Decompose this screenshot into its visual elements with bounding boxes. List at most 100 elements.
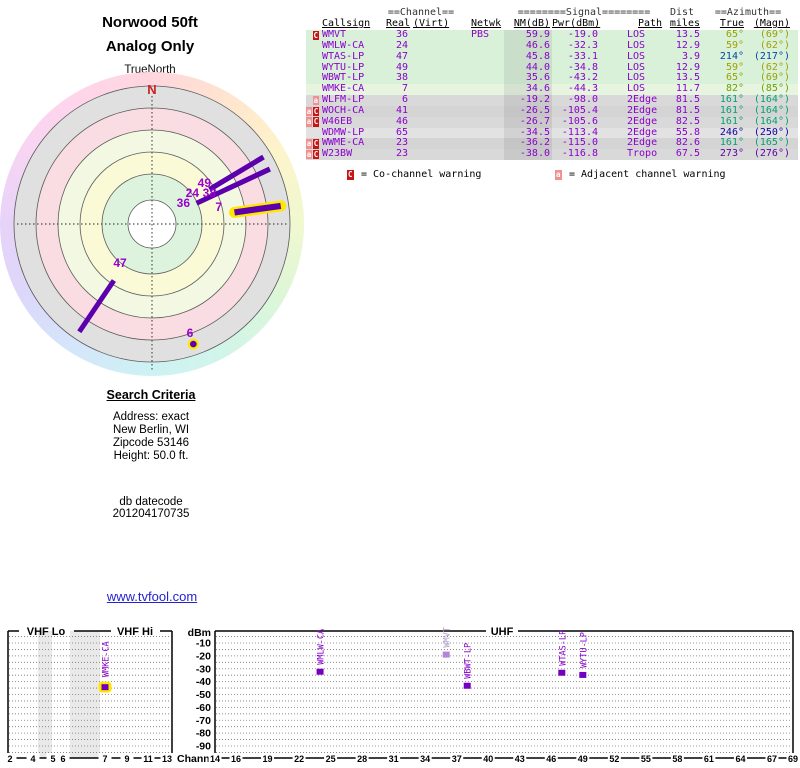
signal-bar-WMVT (442, 651, 450, 658)
radar-channel-label: 38 (203, 186, 217, 200)
cell-pwr: -116.8 (561, 148, 598, 160)
channel-tick-label: 4 (30, 754, 35, 764)
band-label-vhf-lo: VHF Lo (27, 626, 66, 638)
cell-nm: -38.0 (504, 148, 552, 161)
dbm-tick-label: -50 (196, 689, 211, 701)
table-row: a C W23BW 23 -38.0 -116.8 Tropo 67.5 273° (276°) (306, 148, 798, 161)
tvfool-link[interactable]: www.tvfool.com (107, 589, 197, 604)
co-channel-legend-text: = Co-channel warning (361, 169, 482, 180)
table-row: WTAS-LP 47 45.8 -33.1 LOS 3.9 214° (217°) (306, 50, 798, 63)
channel-tick-label: 58 (672, 754, 682, 764)
table-rows: C WMVT 36 PBS 59.9 -19.0 LOS 13.5 65° (69°) WMLW-C… (306, 29, 798, 161)
signal-bar-label: WBWT-LP (464, 643, 474, 679)
adjacent-channel-badge: a (306, 149, 312, 160)
dbm-tick-label: -10 (196, 638, 211, 650)
warning-badges: aC (306, 106, 320, 117)
channel-tick-label: 25 (326, 754, 336, 764)
radar-channel-label: 36 (177, 196, 191, 210)
channel-tick-label: 9 (124, 754, 129, 764)
channel-tick-label: 14 (210, 754, 220, 764)
warning-badges: a (306, 95, 320, 106)
adjacent-channel-badge: a (555, 170, 562, 180)
col-pwr: Pwr(dBm) (552, 18, 601, 30)
search-height: Height: 50.0 ft. (113, 450, 189, 462)
table-row: WBWT-LP 38 35.6 -43.2 LOS 13.5 65° (69°) (306, 73, 798, 85)
cell-magn: (164°) (753, 115, 790, 127)
channel-tick-label: 7 (102, 754, 107, 764)
adjacent-channel-badge: a (306, 117, 312, 127)
table-column-header: Callsign Real (Virt) Netwk NM(dB) Pwr(dB… (306, 18, 798, 30)
col-miles: miles (669, 18, 700, 30)
band-label-uhf: UHF (491, 626, 514, 638)
signal-bar-WMLW-CA (316, 668, 324, 675)
channel-tick-label: 11 (143, 754, 153, 764)
cell-miles: 82.5 (675, 115, 700, 127)
page-subtitle: Analog Only (105, 38, 195, 55)
channel-tick-label: 40 (483, 754, 493, 764)
station-table: ==Channel== ========Signal======== Dist … (306, 7, 798, 161)
signal-bar-label: WMLW-CA (317, 629, 327, 665)
col-nm: NM(dB) (513, 18, 550, 30)
adjacent-channel-badge: a (312, 95, 319, 106)
radar-channel-label: 47 (113, 256, 127, 270)
cell-pwr: -105.6 (561, 115, 598, 127)
signal-bar-WYTU-LP (579, 671, 587, 678)
signal-bar-label: WTAS-LP (558, 630, 568, 666)
channel-tick-label: 19 (263, 754, 273, 764)
channel-tick-label: 69 (788, 754, 798, 764)
cell-true: 273° (719, 148, 744, 160)
signal-bar-WMKE-CA (101, 684, 109, 691)
cell-true: 161° (719, 115, 744, 127)
signal-bar-label: WYTU-LP (579, 632, 589, 668)
col-netwk: Netwk (471, 18, 502, 30)
co-channel-badge: C (312, 30, 319, 41)
channel-tick-label: 64 (735, 754, 745, 764)
adjacent-channel-badge: a (306, 106, 312, 117)
north-letter: N (147, 82, 156, 97)
co-channel-badge: C (313, 117, 319, 127)
col-real: Real (386, 18, 411, 30)
warning-badges: aC (306, 117, 320, 127)
co-channel-badge: C (347, 170, 354, 180)
tvfool-report-page: Norwood 50ft Analog Only TrueNorth N 49 24… (0, 0, 800, 768)
channel-tick-label: 34 (420, 754, 430, 764)
co-channel-badge: C (313, 106, 319, 117)
col-callsign: Callsign (322, 18, 371, 30)
search-criteria-title: Search Criteria (106, 388, 196, 402)
channel-tick-label: 28 (357, 754, 367, 764)
warning-badges: aC (306, 149, 320, 160)
cell-call: W23BW (322, 148, 353, 160)
radar-channel-label: 6 (187, 326, 194, 340)
warning-legend: C = Co-channel warning a = Adjacent chan… (306, 168, 800, 181)
dbm-tick-label: -60 (196, 702, 211, 714)
cell-nm: -26.7 (504, 116, 552, 128)
col-true: True (719, 18, 744, 30)
dbm-tick-label: -30 (196, 663, 211, 675)
channel-tick-label: 43 (515, 754, 525, 764)
col-path: Path (638, 18, 663, 30)
channel-tick-label: 16 (231, 754, 241, 764)
cell-magn: (217°) (753, 50, 790, 62)
channel-tick-label: 5 (50, 754, 55, 764)
co-channel-badge: C (313, 139, 319, 149)
cell-miles: 3.9 (681, 50, 700, 62)
channel-spectrum-chart: VHF Lo VHF Hi UHFdBm-10-20-30-40-50-60-70-… (3, 626, 800, 765)
channel-tick-label: 67 (767, 754, 777, 764)
cell-miles: 67.5 (675, 148, 700, 160)
dbm-tick-label: -80 (196, 728, 211, 740)
search-city: New Berlin, WI (112, 424, 190, 436)
cell-netwk: PBS (471, 29, 490, 41)
col-virt: (Virt) (413, 18, 450, 30)
cell-call: WTAS-LP (322, 50, 365, 62)
adjacent-channel-badge: a (306, 139, 312, 149)
cell-nm: 45.8 (504, 51, 552, 63)
cell-real: 47 (395, 50, 408, 62)
adjacent-channel-legend-text: = Adjacent channel warning (569, 169, 726, 180)
channel-tick-label: 31 (389, 754, 399, 764)
channel-tick-label: 52 (609, 754, 619, 764)
cell-real: 23 (395, 148, 408, 160)
search-criteria-block: Search Criteria Address: exact New Berli… (61, 388, 241, 520)
channel-tick-label: 37 (452, 754, 462, 764)
cell-path: 2Edge (627, 115, 658, 127)
channel-tick-label: 22 (294, 754, 304, 764)
